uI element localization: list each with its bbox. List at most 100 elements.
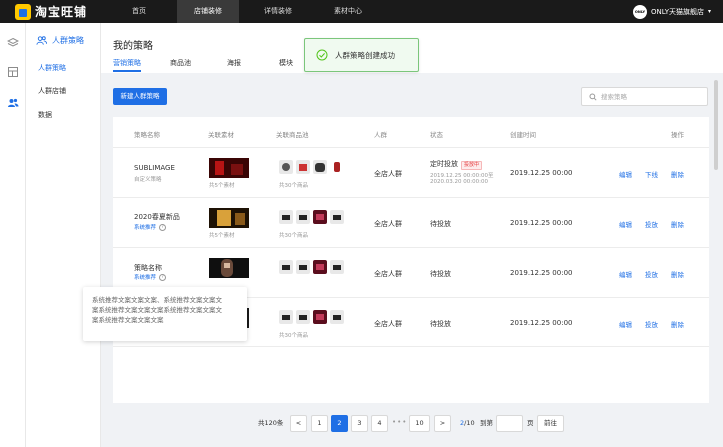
users-icon (36, 36, 47, 45)
edit-button[interactable]: 编辑 (619, 269, 632, 279)
active-tab-indicator (113, 70, 141, 72)
nav-home[interactable]: 首页 (114, 0, 164, 23)
tooltip-line: 系统推荐文案文案文案、系统推荐文案文案文 (92, 296, 222, 304)
help-icon[interactable]: ? (159, 274, 167, 281)
nav-detail-decoration[interactable]: 详情装修 (252, 0, 304, 23)
product-thumbnail[interactable] (279, 160, 293, 174)
layers-icon[interactable] (7, 37, 19, 49)
product-thumbnail[interactable] (313, 210, 327, 224)
prev-page-button[interactable]: < (290, 415, 307, 432)
users-icon[interactable] (7, 97, 19, 109)
nav-store-decoration[interactable]: 店铺装修 (177, 0, 239, 23)
nav-material-center[interactable]: 素材中心 (322, 0, 374, 23)
publish-button[interactable]: 投放 (645, 269, 658, 279)
sub-menu: 人群策略 人群策略 人群店铺 数据 (26, 23, 101, 447)
strategy-type-cell: 系统推荐? (134, 273, 167, 281)
tab-marketing-strategy[interactable]: 营销策略 (113, 58, 141, 68)
top-navigation-bar: 淘宝旺铺 首页 店铺装修 详情装修 素材中心 ONLY ONLY天猫旗舰店 ▾ (0, 0, 723, 23)
product-thumbnail[interactable] (330, 310, 344, 324)
product-thumbnail[interactable] (330, 160, 344, 174)
created-time: 2019.12.25 00:00 (510, 219, 573, 227)
material-thumbnail[interactable] (209, 208, 249, 228)
strategy-name: 策略名称 (134, 264, 162, 272)
submenu-item-crowd-store[interactable]: 人群店铺 (38, 86, 66, 96)
status: 定时投放 (430, 160, 458, 168)
status-cell: 定时投放 投放中 (430, 159, 483, 170)
strategy-type-cell: 系统推荐? (134, 223, 167, 231)
search-box[interactable] (581, 87, 708, 106)
page-counter: 2/10 (460, 415, 475, 432)
store-switcher[interactable]: ONLY ONLY天猫旗舰店 ▾ (632, 4, 711, 19)
scrollbar[interactable] (714, 80, 718, 170)
store-name: ONLY天猫旗舰店 (650, 7, 704, 16)
product-thumbnail[interactable] (296, 310, 310, 324)
page-title: 我的策略 (113, 41, 153, 52)
table-row: SUBLIMAGE 自定义策略 共5个素材 共30个商品 全店人群 定时投放 投放… (113, 147, 709, 197)
goto-label: 到第 (480, 419, 493, 427)
product-thumbnail[interactable] (330, 210, 344, 224)
material-thumbnail[interactable] (209, 158, 249, 178)
created-time: 2019.12.25 00:00 (510, 319, 573, 327)
page-button-3[interactable]: 3 (351, 415, 368, 432)
publish-button[interactable]: 投放 (645, 319, 658, 329)
product-thumbnail[interactable] (330, 260, 344, 274)
crowd: 全店人群 (374, 220, 402, 228)
delete-button[interactable]: 删除 (671, 219, 684, 229)
material-thumbnail[interactable] (209, 258, 249, 278)
strategy-type: 自定义策略 (134, 177, 162, 183)
submenu-title: 人群策略 (36, 35, 84, 46)
submenu-item-crowd-strategy[interactable]: 人群策略 (38, 63, 66, 73)
tab-product-pool[interactable]: 商品池 (170, 58, 191, 68)
delete-button[interactable]: 删除 (671, 169, 684, 179)
page-button-4[interactable]: 4 (371, 415, 388, 432)
material-count: 共5个素材 (209, 183, 235, 189)
page-counter-total: /10 (464, 419, 475, 427)
logo-text: 淘宝旺铺 (35, 5, 88, 19)
edit-button[interactable]: 编辑 (619, 319, 632, 329)
publish-button[interactable]: 投放 (645, 219, 658, 229)
goto-page-button[interactable]: 前往 (537, 415, 564, 432)
product-thumbnail[interactable] (296, 160, 310, 174)
product-thumbnail[interactable] (313, 160, 327, 174)
offline-button[interactable]: 下线 (645, 169, 658, 179)
submenu-item-data[interactable]: 数据 (38, 110, 52, 120)
page-button-1[interactable]: 1 (311, 415, 328, 432)
header-strategy-name: 策略名称 (134, 131, 160, 139)
edit-button[interactable]: 编辑 (619, 219, 632, 229)
header-status: 状态 (430, 131, 443, 139)
tab-module[interactable]: 模块 (279, 58, 293, 68)
create-strategy-button[interactable]: 新建人群策略 (113, 88, 167, 105)
chevron-down-icon: ▾ (707, 8, 711, 15)
goto-page-input[interactable] (496, 415, 523, 432)
header-created-time: 创建时间 (510, 131, 536, 139)
taobao-wangpu-logo[interactable]: 淘宝旺铺 (15, 3, 87, 20)
product-thumbnail[interactable] (296, 210, 310, 224)
header-actions: 操作 (671, 131, 684, 139)
page-button-2[interactable]: 2 (331, 415, 348, 432)
delete-button[interactable]: 删除 (671, 319, 684, 329)
product-thumbnail[interactable] (279, 260, 293, 274)
search-input[interactable] (601, 92, 701, 101)
store-avatar: ONLY (632, 4, 647, 19)
product-thumbnail[interactable] (313, 260, 327, 274)
product-count: 共30个商品 (279, 233, 308, 239)
strategy-type: 系统推荐 (134, 275, 157, 281)
tooltip-line: 案系统推荐文案文案文案 (92, 316, 164, 324)
help-tooltip: 系统推荐文案文案文案、系统推荐文案文案文 案系统推荐文案文案文案系统推荐文案文案… (83, 287, 247, 341)
crowd: 全店人群 (374, 270, 402, 278)
product-thumbnail[interactable] (296, 260, 310, 274)
pagination-total: 共120条 (258, 419, 284, 427)
tab-poster[interactable]: 海报 (227, 58, 241, 68)
next-page-button[interactable]: > (434, 415, 451, 432)
delete-button[interactable]: 删除 (671, 269, 684, 279)
status: 待投放 (430, 320, 451, 328)
layout-icon[interactable] (7, 66, 19, 78)
page-button-10[interactable]: 10 (409, 415, 430, 432)
product-thumbnail[interactable] (279, 210, 293, 224)
product-count: 共30个商品 (279, 333, 308, 339)
edit-button[interactable]: 编辑 (619, 169, 632, 179)
product-thumbnail[interactable] (313, 310, 327, 324)
product-thumbnail[interactable] (279, 310, 293, 324)
header-product-pool: 关联商品池 (276, 131, 309, 139)
help-icon[interactable]: ? (159, 224, 167, 231)
